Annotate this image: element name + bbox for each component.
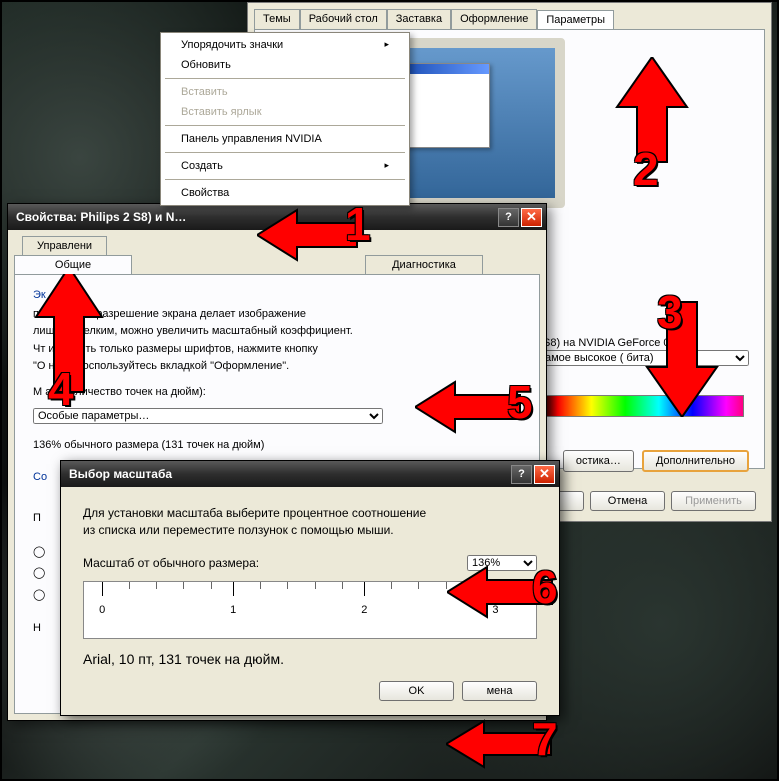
display-apply-button[interactable]: Применить: [671, 491, 756, 511]
tab-themes[interactable]: Темы: [254, 9, 300, 29]
ruler-tick-1: 1: [230, 604, 236, 616]
menu-separator-2: [165, 125, 405, 126]
tab-settings[interactable]: Параметры: [537, 10, 614, 30]
scale-dialog: Выбор масштаба ? ✕ Для установки масштаб…: [60, 460, 560, 716]
callout-number-6: 6: [532, 560, 558, 614]
scale-ok-button[interactable]: OK: [379, 681, 454, 701]
troubleshoot-button[interactable]: остика…: [563, 450, 634, 472]
menu-paste-shortcut: Вставить ярлык: [163, 102, 407, 122]
ruler-tick-0: 0: [99, 604, 105, 616]
tab-appearance[interactable]: Оформление: [451, 9, 537, 29]
tab-general[interactable]: Общие: [14, 255, 132, 274]
body-text-1: пользуемое разрешение экрана делает изоб…: [33, 307, 521, 322]
scale-title-text: Выбор масштаба: [69, 467, 172, 481]
ruler-tick-2: 2: [361, 604, 367, 616]
menu-new[interactable]: Создать: [163, 156, 407, 176]
scale-help-button[interactable]: ?: [511, 465, 532, 484]
color-quality-select[interactable]: амое высокое ( бита): [540, 350, 749, 366]
callout-number-4: 4: [48, 362, 74, 416]
menu-separator-3: [165, 152, 405, 153]
color-spectrum: [540, 395, 744, 417]
menu-arrange-icons[interactable]: Упорядочить значки: [163, 35, 407, 55]
callout-number-1: 1: [345, 197, 371, 251]
scale-cancel-button[interactable]: мена: [462, 681, 537, 701]
dpi-select[interactable]: Особые параметры…: [33, 408, 383, 424]
body-text-3: Чт изменить только размеры шрифтов, нажм…: [33, 342, 521, 357]
scale-label: Масштаб от обычного размера:: [83, 556, 259, 570]
menu-nvidia-panel[interactable]: Панель управления NVIDIA: [163, 129, 407, 149]
display-cancel-button[interactable]: Отмена: [590, 491, 665, 511]
body-text-4: "О на" и воспользуйтесь вкладкой "Оформл…: [33, 359, 521, 374]
ruler-tick-3: 3: [492, 604, 498, 616]
close-button[interactable]: ✕: [521, 208, 542, 227]
menu-refresh[interactable]: Обновить: [163, 55, 407, 75]
group-screen: Эк: [33, 289, 521, 301]
callout-number-2: 2: [633, 142, 659, 196]
menu-separator-1: [165, 78, 405, 79]
display-tabstrip: Темы Рабочий стол Заставка Оформление Па…: [248, 3, 771, 29]
tab-diagnostics[interactable]: Диагностика: [365, 255, 483, 274]
body-text-2: лишком мелким, можно увеличить масштабны…: [33, 324, 521, 339]
tab-screensaver[interactable]: Заставка: [387, 9, 451, 29]
dpi-label: М аб (количество точек на дюйм):: [33, 385, 521, 400]
menu-separator-4: [165, 179, 405, 180]
scale-close-button[interactable]: ✕: [534, 465, 555, 484]
scale-body: Для установки масштаба выберите процентн…: [61, 487, 559, 715]
menu-paste: Вставить: [163, 82, 407, 102]
ruler[interactable]: 0 1 2 3: [83, 581, 537, 639]
tab-management[interactable]: Управлени: [22, 236, 107, 255]
tab-desktop[interactable]: Рабочий стол: [300, 9, 387, 29]
scale-instruction-2: из списка или переместите ползунок с пом…: [83, 522, 537, 539]
scale-preview-text: Arial, 10 пт, 131 точек на дюйм.: [83, 651, 537, 667]
monitor-title-text: Свойства: Philips 2 S8) и N…: [16, 210, 186, 224]
scale-titlebar[interactable]: Выбор масштаба ? ✕: [61, 461, 559, 487]
advanced-button[interactable]: Дополнительно: [642, 450, 749, 472]
monitor-titlebar[interactable]: Свойства: Philips 2 S8) и N… ? ✕: [8, 204, 546, 230]
help-button[interactable]: ?: [498, 208, 519, 227]
callout-number-7: 7: [532, 712, 558, 766]
callout-number-3: 3: [657, 285, 683, 339]
dpi-result: 136% обычного размера (131 точек на дюйм…: [33, 438, 521, 453]
desktop-context-menu: Упорядочить значки Обновить Вставить Вст…: [160, 32, 410, 206]
callout-number-5: 5: [507, 375, 533, 429]
scale-instruction-1: Для установки масштаба выберите процентн…: [83, 505, 537, 522]
scale-select[interactable]: 136%: [467, 555, 537, 571]
